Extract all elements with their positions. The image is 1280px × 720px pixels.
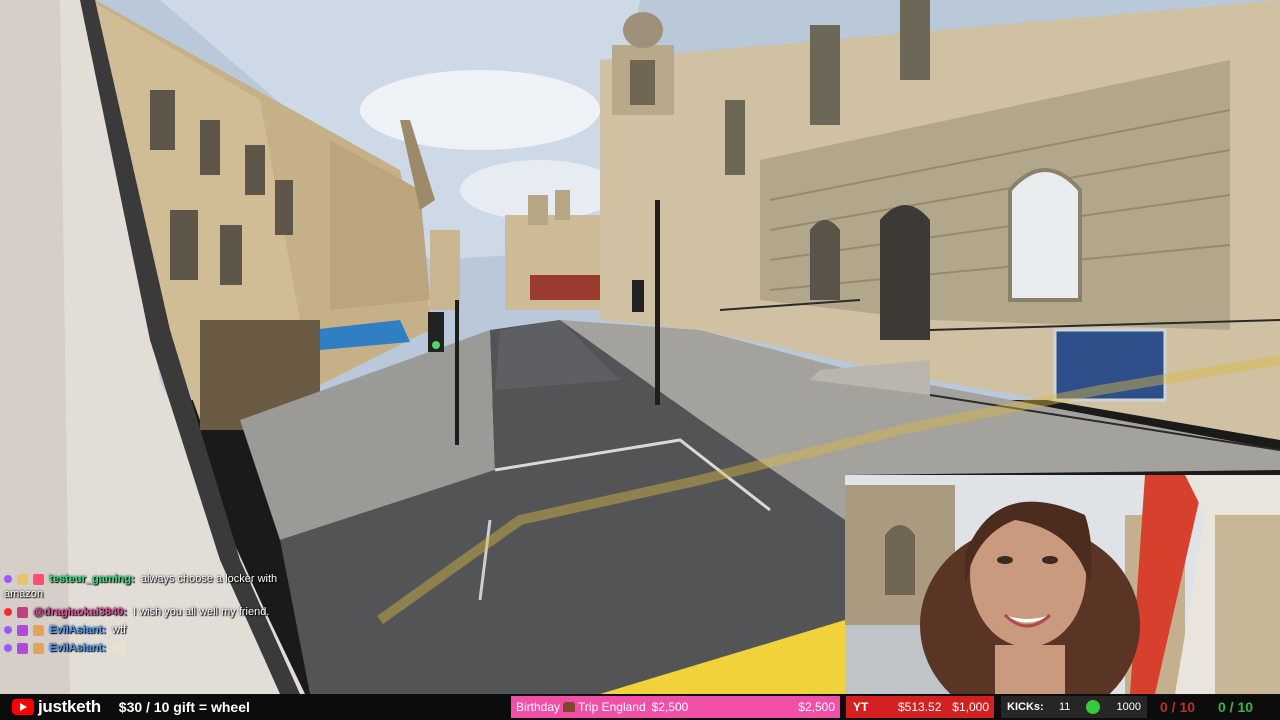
cake-icon — [563, 702, 576, 712]
youtube-donation-counter: YT $513.52 $1,000 — [846, 696, 994, 718]
chat-text: I wish you all well my friend. — [133, 606, 270, 618]
kick-value: 11 — [1059, 701, 1071, 713]
channel-name: justketh — [38, 697, 101, 716]
emote-icon — [17, 642, 29, 654]
chat-username: @dragiaokai3840: — [33, 606, 128, 618]
chat-text: always choose a locker with amazon — [4, 573, 278, 600]
badge-icon — [4, 644, 12, 653]
gift-wheel-text: $30 / 10 gift = wheel — [118, 699, 250, 715]
yt-value: $513.52 — [898, 700, 942, 714]
kick-goal: 1000 — [1116, 701, 1141, 713]
stream-info-bar: justketh $30 / 10 gift = wheel Birthday … — [0, 694, 1280, 720]
kick-label: KICKs: — [1007, 701, 1044, 713]
emote-icon — [17, 573, 29, 585]
kick-icon — [1086, 700, 1100, 714]
live-chat-overlay: testeur_gaming: always choose a locker w… — [4, 572, 294, 659]
emote-icon — [17, 624, 29, 636]
youtube-icon — [12, 699, 34, 715]
house-icon — [33, 624, 45, 636]
goal-label-2: Trip England — [578, 700, 646, 714]
yt-goal: $1,000 — [952, 700, 989, 714]
badge-icon — [4, 575, 12, 584]
chat-text: wtf — [112, 624, 127, 636]
chat-message: testeur_gaming: always choose a locker w… — [4, 572, 294, 602]
kick-counter: KICKs: 11 1000 — [1001, 696, 1147, 718]
sub-counter-green: 0 / 10 — [1218, 699, 1254, 715]
yt-label: YT — [853, 700, 869, 714]
goal-target: $2,500 — [798, 700, 835, 714]
youtube-badge-icon — [4, 608, 12, 617]
badge-icon — [4, 626, 12, 635]
emote-icon — [17, 606, 29, 618]
heart-icon — [33, 573, 45, 585]
goal-value: $2,500 — [651, 700, 689, 714]
emote-icon — [112, 641, 127, 656]
chat-username: EvilAsiant: — [49, 624, 107, 636]
webcam-overlay — [845, 475, 1280, 694]
chat-username: testeur_gaming: — [49, 573, 135, 585]
chat-message: @dragiaokai3840: I wish you all well my … — [4, 605, 294, 620]
sub-counter-red: 0 / 10 — [1160, 699, 1196, 715]
goal-label: Birthday — [516, 700, 561, 714]
webcam-feed — [845, 475, 1280, 694]
chat-username: EvilAsiant: — [49, 642, 107, 654]
house-icon — [33, 642, 45, 654]
chat-message: EvilAsiant: wtf — [4, 623, 294, 638]
chat-message: EvilAsiant: — [4, 641, 294, 656]
donation-goal-bar: Birthday Trip England $2,500 $2,500 — [511, 696, 840, 718]
